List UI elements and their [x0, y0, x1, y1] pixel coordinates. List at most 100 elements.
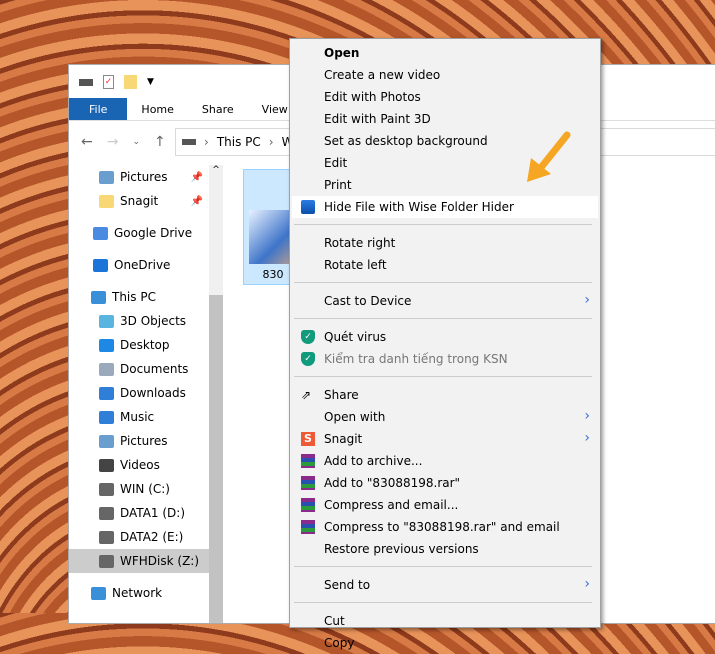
- recent-dropdown-icon[interactable]: ⌄: [132, 137, 140, 147]
- menu-item-hide-file-with-wise-folder-hider[interactable]: Hide File with Wise Folder Hider: [292, 196, 598, 218]
- menu-item-cut[interactable]: Cut: [292, 610, 598, 632]
- pin-icon[interactable]: 📌: [191, 172, 203, 183]
- nav-item-label: Documents: [120, 362, 189, 376]
- menu-item-cast-to-device[interactable]: Cast to Device ›: [292, 290, 598, 312]
- menu-item-rotate-left[interactable]: Rotate left: [292, 254, 598, 276]
- nav-item[interactable]: DATA1 (D:): [69, 501, 209, 525]
- forward-icon[interactable]: →: [107, 134, 119, 150]
- drive-icon[interactable]: [79, 78, 93, 86]
- onedrive-icon: [93, 258, 108, 272]
- menu-item-qu-t-virus[interactable]: ✓ Quét virus: [292, 326, 598, 348]
- menu-item-label: Create a new video: [324, 68, 441, 82]
- drive-icon: [99, 530, 114, 544]
- tab-home[interactable]: Home: [127, 98, 187, 120]
- menu-item-label: Share: [324, 388, 359, 402]
- menu-item-label: Hide File with Wise Folder Hider: [324, 200, 514, 214]
- nav-item-label: Network: [112, 586, 163, 600]
- navigation-pane: Pictures 📌 Snagit 📌 Google Drive OneDrive This…: [69, 165, 223, 623]
- chevron-right-icon: ›: [584, 430, 590, 446]
- menu-item-label: Rotate left: [324, 258, 387, 272]
- menu-separator: [294, 602, 592, 603]
- nav-item-label: DATA2 (E:): [120, 530, 184, 544]
- chevron-right-icon: ›: [584, 576, 590, 592]
- menu-separator: [294, 376, 592, 377]
- kaspersky-shield-icon: ✓: [301, 330, 315, 344]
- scroll-up-icon[interactable]: ^: [209, 165, 223, 175]
- nav-item[interactable]: 3D Objects: [69, 309, 209, 333]
- nav-item[interactable]: Google Drive: [69, 221, 209, 245]
- nav-item[interactable]: Videos: [69, 453, 209, 477]
- nav-item[interactable]: Music: [69, 405, 209, 429]
- winrar-icon: [301, 476, 315, 490]
- menu-item-add-to-83088198-rar[interactable]: Add to "83088198.rar": [292, 472, 598, 494]
- tab-file[interactable]: File: [69, 98, 128, 120]
- pin-icon[interactable]: 📌: [191, 196, 203, 207]
- videos-icon: [99, 458, 114, 472]
- nav-item[interactable]: Pictures: [69, 429, 209, 453]
- new-folder-icon[interactable]: [124, 75, 137, 89]
- menu-item-rotate-right[interactable]: Rotate right: [292, 232, 598, 254]
- nav-item-label: Videos: [120, 458, 160, 472]
- up-icon[interactable]: ↑: [154, 134, 166, 150]
- tab-share[interactable]: Share: [188, 98, 248, 120]
- menu-item-restore-previous-versions[interactable]: Restore previous versions: [292, 538, 598, 560]
- winrar-icon: [301, 454, 315, 468]
- back-icon[interactable]: ←: [81, 134, 93, 150]
- menu-separator: [294, 566, 592, 567]
- nav-item-label: Snagit: [120, 194, 159, 208]
- menu-item-send-to[interactable]: Send to ›: [292, 574, 598, 596]
- nav-item[interactable]: OneDrive: [69, 253, 209, 277]
- menu-item-label: Edit with Paint 3D: [324, 112, 431, 126]
- 3d-objects-icon: [99, 314, 114, 328]
- nav-item[interactable]: Downloads: [69, 381, 209, 405]
- menu-item-copy[interactable]: Copy: [292, 632, 598, 654]
- nav-item[interactable]: Network: [69, 581, 209, 605]
- menu-item-snagit[interactable]: S Snagit ›: [292, 428, 598, 450]
- nav-item[interactable]: This PC: [69, 285, 209, 309]
- menu-item-label: Open: [324, 46, 360, 60]
- menu-item-open-with[interactable]: Open with ›: [292, 406, 598, 428]
- menu-item-ki-m-tra-danh-ti-ng-trong-ksn[interactable]: ✓ Kiểm tra danh tiếng trong KSN: [292, 348, 598, 370]
- menu-item-compress-to-83088198-rar-and-email[interactable]: Compress to "83088198.rar" and email: [292, 516, 598, 538]
- nav-item-label: Pictures: [120, 170, 168, 184]
- menu-item-label: Cast to Device: [324, 294, 412, 308]
- menu-item-label: Copy: [324, 636, 355, 650]
- breadcrumb-this-pc[interactable]: This PC: [217, 135, 261, 149]
- menu-item-label: Print: [324, 178, 352, 192]
- scrollbar-thumb[interactable]: [209, 295, 223, 623]
- nav-item[interactable]: DATA2 (E:): [69, 525, 209, 549]
- nav-item[interactable]: Snagit 📌: [69, 189, 209, 213]
- computer-icon: [91, 290, 106, 304]
- nav-item[interactable]: Pictures 📌: [69, 165, 209, 189]
- menu-item-label: Quét virus: [324, 330, 387, 344]
- winrar-icon: [301, 520, 315, 534]
- properties-icon[interactable]: ✓: [103, 75, 114, 89]
- folder-icon: [99, 194, 114, 208]
- menu-item-label: Set as desktop background: [324, 134, 488, 148]
- menu-item-compress-and-email[interactable]: Compress and email...: [292, 494, 598, 516]
- nav-item[interactable]: Documents: [69, 357, 209, 381]
- menu-item-label: Rotate right: [324, 236, 396, 250]
- menu-item-open[interactable]: Open: [292, 42, 598, 64]
- nav-item[interactable]: WIN (C:): [69, 477, 209, 501]
- nav-item[interactable]: WFHDisk (Z:): [69, 549, 209, 573]
- pointer-arrow-annotation: [527, 131, 571, 182]
- menu-item-share[interactable]: ⇗ Share: [292, 384, 598, 406]
- menu-item-edit-with-photos[interactable]: Edit with Photos: [292, 86, 598, 108]
- pictures-icon: [99, 434, 114, 448]
- drive-icon: [99, 482, 114, 496]
- menu-item-label: Edit: [324, 156, 348, 170]
- menu-item-add-to-archive[interactable]: Add to archive...: [292, 450, 598, 472]
- documents-icon: [99, 362, 114, 376]
- menu-item-create-a-new-video[interactable]: Create a new video: [292, 64, 598, 86]
- customize-dropdown-icon[interactable]: ▼: [147, 77, 154, 87]
- snagit-icon: S: [301, 432, 315, 446]
- nav-item-label: Pictures: [120, 434, 168, 448]
- nav-item-label: OneDrive: [114, 258, 171, 272]
- winrar-icon: [301, 498, 315, 512]
- menu-item-edit-with-paint-3d[interactable]: Edit with Paint 3D: [292, 108, 598, 130]
- desktop-icon: [99, 338, 114, 352]
- menu-item-label: Compress to "83088198.rar" and email: [324, 520, 560, 534]
- nav-item[interactable]: Desktop: [69, 333, 209, 357]
- menu-item-label: Compress and email...: [324, 498, 459, 512]
